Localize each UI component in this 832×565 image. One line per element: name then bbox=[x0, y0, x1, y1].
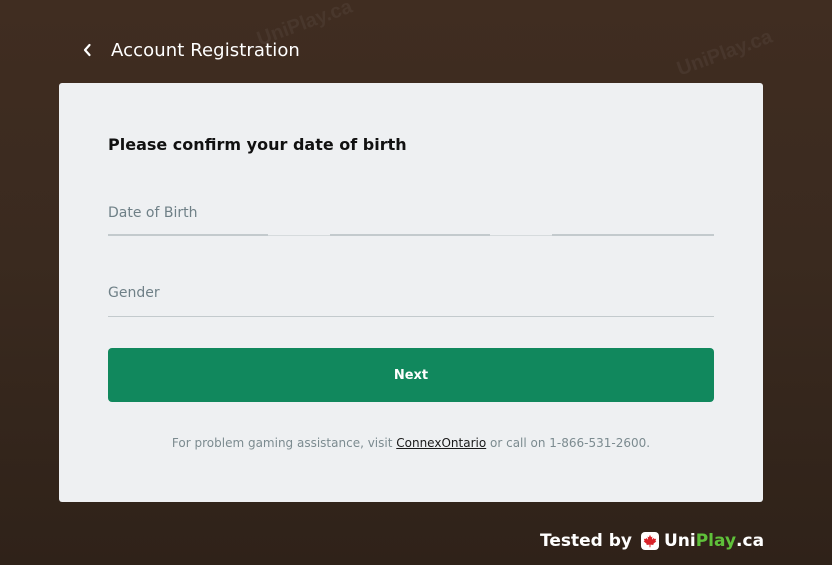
brand-play-text: Play bbox=[695, 531, 737, 551]
dob-year-underline[interactable] bbox=[552, 234, 714, 236]
assistance-prefix: For problem gaming assistance, visit bbox=[171, 436, 397, 450]
assistance-suffix: or call on 1-866-531-2600. bbox=[486, 436, 651, 450]
watermark-text: UniPlay.ca bbox=[674, 25, 776, 81]
page-header: Account Registration bbox=[76, 30, 300, 70]
gender-label: Gender bbox=[108, 285, 160, 301]
dob-day-underline[interactable] bbox=[108, 234, 268, 236]
back-button[interactable] bbox=[76, 35, 98, 65]
dob-divider bbox=[268, 235, 330, 236]
connexontario-link[interactable]: ConnexOntario bbox=[396, 436, 486, 450]
chevron-left-icon bbox=[83, 43, 91, 57]
registration-card: Please confirm your date of birth Date o… bbox=[59, 83, 763, 502]
maple-leaf-icon bbox=[640, 532, 659, 550]
gender-field[interactable]: Gender bbox=[108, 278, 714, 317]
tested-by-badge: Tested by Uni Play .ca bbox=[540, 528, 764, 554]
date-of-birth-label: Date of Birth bbox=[108, 205, 198, 221]
page-title: Account Registration bbox=[111, 39, 300, 61]
next-button[interactable]: Next bbox=[108, 348, 714, 402]
brand-uni-text: Uni bbox=[663, 531, 696, 551]
dob-month-underline[interactable] bbox=[330, 234, 490, 236]
tested-by-label: Tested by bbox=[540, 531, 632, 551]
date-of-birth-field[interactable]: Date of Birth bbox=[108, 198, 714, 236]
gaming-assistance-text: For problem gaming assistance, visit Con… bbox=[59, 436, 763, 450]
brand-ca-text: .ca bbox=[736, 531, 765, 551]
form-heading: Please confirm your date of birth bbox=[108, 135, 407, 154]
dob-divider bbox=[490, 235, 552, 236]
